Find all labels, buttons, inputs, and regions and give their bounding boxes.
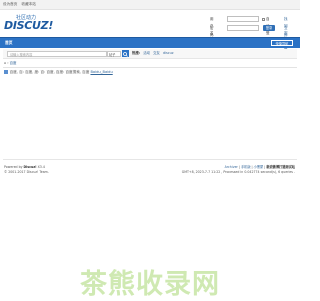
site-logo[interactable]: 社区动力 DISCUZ! bbox=[4, 14, 53, 34]
hot-search-item[interactable]: discuz bbox=[163, 51, 174, 55]
breadcrumb-current[interactable]: 百度 bbox=[10, 61, 17, 65]
password-input[interactable] bbox=[227, 25, 259, 31]
auto-login-checkbox[interactable] bbox=[262, 17, 265, 21]
hot-search-label: 热搜: bbox=[132, 51, 141, 55]
main-nav: 首页 快捷导航 bbox=[0, 37, 300, 48]
footer-link-blackroom[interactable]: 小黑屋 bbox=[254, 165, 264, 169]
login-form: 用户名 自动登录 找回密码 密码 登录 立即注册 bbox=[210, 16, 298, 51]
username-input[interactable] bbox=[227, 16, 259, 22]
favorite-link[interactable]: 收藏本站 bbox=[22, 2, 36, 6]
footer-link-archiver[interactable]: Archiver bbox=[225, 165, 238, 169]
content-divider bbox=[3, 67, 297, 68]
top-utility-bar: 设为首页 收藏本站 bbox=[0, 0, 300, 10]
hot-search-item[interactable]: 活动 bbox=[143, 51, 150, 55]
quick-nav-button[interactable]: 快捷导航 bbox=[271, 40, 293, 46]
footer-divider bbox=[3, 159, 297, 160]
powered-by-text: Powered by bbox=[4, 165, 23, 169]
footer-left: Powered by Discuz! X3.4 © 2001-2017 Disc… bbox=[4, 165, 49, 175]
home-icon[interactable]: ⌂ bbox=[4, 61, 6, 65]
copyright-text: © 2001-2017 Discuz! Team. bbox=[4, 170, 49, 174]
breadcrumb: ⌂ › 百度 bbox=[4, 60, 16, 65]
document-icon bbox=[4, 70, 8, 74]
result-link[interactable]: Baidu_Baidu bbox=[90, 70, 112, 74]
search-input[interactable]: 请输入搜索内容 bbox=[7, 50, 107, 57]
search-icon bbox=[123, 51, 128, 57]
logo-en-text: DISCUZ! bbox=[4, 19, 54, 32]
search-button[interactable] bbox=[122, 50, 129, 57]
result-prefix: 百度, 百: 百度, 度: 百: 百度, 百度: 百度搜索, 百度 bbox=[9, 70, 90, 74]
footer-link-mobile[interactable]: 手机版 bbox=[241, 165, 251, 169]
discuz-brand-link[interactable]: Discuz! bbox=[24, 165, 37, 169]
footer-link-weibo[interactable]: 新浪微博打猎测试站 bbox=[266, 165, 295, 169]
hot-search-item[interactable]: 交友 bbox=[153, 51, 160, 55]
version-text: X3.4 bbox=[37, 165, 45, 169]
hot-search: 热搜: 活动 交友 discuz bbox=[132, 49, 174, 58]
login-button[interactable]: 登录 bbox=[263, 25, 275, 31]
set-home-link[interactable]: 设为首页 bbox=[3, 2, 17, 6]
footer-right: Archiver | 手机版 | 小黑屋 | 新浪微博打猎测试站 GMT+8, … bbox=[181, 165, 295, 174]
search-bar: 请输入搜索内容 帖子 热搜: 活动 交友 discuz bbox=[3, 49, 297, 59]
breadcrumb-sep: › bbox=[7, 61, 9, 65]
result-item: 百度, 百: 百度, 度: 百: 百度, 百度: 百度搜索, 百度 Baidu_… bbox=[4, 70, 113, 75]
site-watermark: 茶熊收录网 bbox=[80, 269, 220, 300]
nav-home[interactable]: 首页 bbox=[5, 38, 13, 48]
search-type-select[interactable]: 帖子 bbox=[107, 50, 121, 57]
footer-processed-info: GMT+8, 2023-7-7 11:22 , Processed in 0.0… bbox=[181, 170, 295, 174]
